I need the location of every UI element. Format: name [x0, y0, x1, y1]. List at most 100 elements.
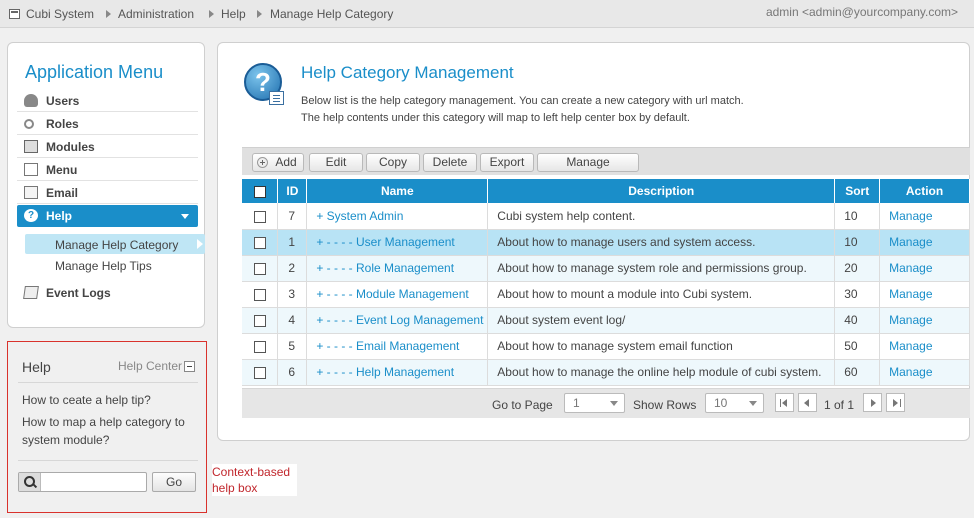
go-button[interactable]: Go: [152, 472, 196, 492]
cell-name[interactable]: + System Admin: [306, 203, 489, 230]
sidebar-item-modules[interactable]: Modules: [17, 136, 198, 158]
row-checkbox[interactable]: [253, 236, 266, 249]
manage-button[interactable]: Manage: [537, 153, 639, 172]
export-button[interactable]: Export: [480, 153, 534, 172]
help-link-map-category[interactable]: How to map a help category to system mod…: [22, 413, 200, 449]
event-logs-icon: [23, 286, 39, 299]
sidebar-subitem-manage-help-category[interactable]: Manage Help Category: [25, 234, 205, 254]
column-header-name[interactable]: Name: [306, 179, 489, 203]
cell-description: About how to manage users and system acc…: [487, 229, 836, 256]
first-page-button[interactable]: [775, 393, 794, 412]
table-row[interactable]: 7 + System Admin Cubi system help conten…: [242, 203, 970, 230]
table-row[interactable]: 5 + - - - - Email Management About how t…: [242, 333, 970, 360]
table-row[interactable]: 3 + - - - - Module Management About how …: [242, 281, 970, 308]
table-row[interactable]: 4 + - - - - Event Log Management About s…: [242, 307, 970, 334]
add-button[interactable]: Add: [252, 153, 304, 172]
divider: [18, 382, 198, 383]
next-page-button[interactable]: [863, 393, 882, 412]
breadcrumb-cubi-system[interactable]: Cubi System: [26, 7, 94, 21]
cell-name[interactable]: + - - - - User Management: [306, 229, 489, 256]
row-checkbox-cell: [242, 203, 279, 230]
column-header-id[interactable]: ID: [277, 179, 308, 203]
divider: [18, 460, 198, 461]
edit-button[interactable]: Edit: [309, 153, 363, 172]
sidebar-subitem-label: Manage Help Category: [55, 238, 179, 252]
rows-select[interactable]: 10: [705, 393, 764, 413]
cell-description: About how to manage system role and perm…: [487, 255, 836, 282]
annotation-label: Context-based help box: [212, 464, 297, 496]
chevron-down-icon: [181, 214, 189, 219]
show-rows-label: Show Rows: [633, 398, 697, 412]
sidebar-item-label: Roles: [46, 117, 79, 131]
page-select-value: 1: [573, 396, 580, 410]
row-checkbox[interactable]: [253, 288, 266, 301]
collapse-icon[interactable]: [184, 361, 195, 372]
prev-page-button[interactable]: [798, 393, 817, 412]
copy-button[interactable]: Copy: [366, 153, 420, 172]
key-icon: [24, 119, 34, 129]
sidebar-item-users[interactable]: Users: [17, 90, 198, 112]
first-page-icon: [780, 399, 781, 407]
page-select[interactable]: 1: [564, 393, 625, 413]
table-row[interactable]: 2 + - - - - Role Management About how to…: [242, 255, 970, 282]
cell-action-manage-link[interactable]: Manage: [879, 281, 970, 308]
cell-action-manage-link[interactable]: Manage: [879, 203, 970, 230]
row-checkbox[interactable]: [253, 366, 266, 379]
help-icon: ?: [24, 209, 38, 222]
sidebar-item-help[interactable]: ? Help: [17, 205, 198, 227]
cell-sort: 40: [834, 307, 881, 334]
sidebar-item-roles[interactable]: Roles: [17, 113, 198, 135]
row-checkbox[interactable]: [253, 210, 266, 223]
row-checkbox[interactable]: [253, 262, 266, 275]
cell-action-manage-link[interactable]: Manage: [879, 359, 970, 386]
cell-name[interactable]: + - - - - Module Management: [306, 281, 489, 308]
cell-action-manage-link[interactable]: Manage: [879, 255, 970, 282]
main-panel: ? Help Category Management Below list is…: [217, 42, 970, 441]
sidebar-item-menu[interactable]: Menu: [17, 159, 198, 181]
column-header-description[interactable]: Description: [487, 179, 836, 203]
cell-sort: 30: [834, 281, 881, 308]
cell-id: 3: [277, 281, 308, 308]
row-checkbox-cell: [242, 333, 279, 360]
system-icon: [9, 9, 20, 19]
select-all-checkbox[interactable]: [253, 185, 266, 198]
table-row[interactable]: 6 + - - - - Help Management About how to…: [242, 359, 970, 386]
table-row[interactable]: 1 + - - - - User Management About how to…: [242, 229, 970, 256]
users-icon: [24, 94, 38, 107]
cell-name[interactable]: + - - - - Event Log Management: [306, 307, 489, 334]
description-line: Below list is the help category manageme…: [301, 95, 744, 107]
cell-action-manage-link[interactable]: Manage: [879, 229, 970, 256]
help-search-input[interactable]: [42, 474, 144, 490]
sidebar-item-event-logs[interactable]: Event Logs: [17, 282, 198, 304]
user-label[interactable]: admin <admin@yourcompany.com>: [766, 5, 958, 19]
sidebar-item-label: Users: [46, 94, 80, 108]
help-box-title: Help: [22, 359, 51, 375]
cell-description: About system event log/: [487, 307, 836, 334]
column-header-sort[interactable]: Sort: [834, 179, 881, 203]
sidebar-item-label: Modules: [46, 140, 95, 154]
cell-name[interactable]: + - - - - Role Management: [306, 255, 489, 282]
row-checkbox-cell: [242, 281, 279, 308]
cell-action-manage-link[interactable]: Manage: [879, 333, 970, 360]
cell-name[interactable]: + - - - - Help Management: [306, 359, 489, 386]
rows-select-value: 10: [714, 396, 728, 410]
application-menu: Application Menu Users Roles Modules Men…: [7, 42, 205, 328]
page-description: Below list is the help category manageme…: [301, 93, 901, 127]
row-checkbox[interactable]: [253, 314, 266, 327]
cell-id: 1: [277, 229, 308, 256]
cell-action-manage-link[interactable]: Manage: [879, 307, 970, 334]
cell-sort: 20: [834, 255, 881, 282]
sidebar-item-email[interactable]: Email: [17, 182, 198, 204]
sidebar-item-label: Menu: [46, 163, 78, 177]
help-link-create-tip[interactable]: How to ceate a help tip?: [22, 391, 200, 409]
row-checkbox[interactable]: [253, 340, 266, 353]
breadcrumb-help[interactable]: Help: [221, 7, 246, 21]
description-line: The help contents under this category wi…: [301, 112, 690, 124]
help-center-link[interactable]: Help Center: [118, 359, 182, 373]
last-page-button[interactable]: [886, 393, 905, 412]
breadcrumb-administration[interactable]: Administration: [118, 7, 194, 21]
delete-button[interactable]: Delete: [423, 153, 477, 172]
modules-icon: [24, 140, 38, 153]
sidebar-subitem-manage-help-tips[interactable]: Manage Help Tips: [25, 256, 205, 276]
cell-name[interactable]: + - - - - Email Management: [306, 333, 489, 360]
